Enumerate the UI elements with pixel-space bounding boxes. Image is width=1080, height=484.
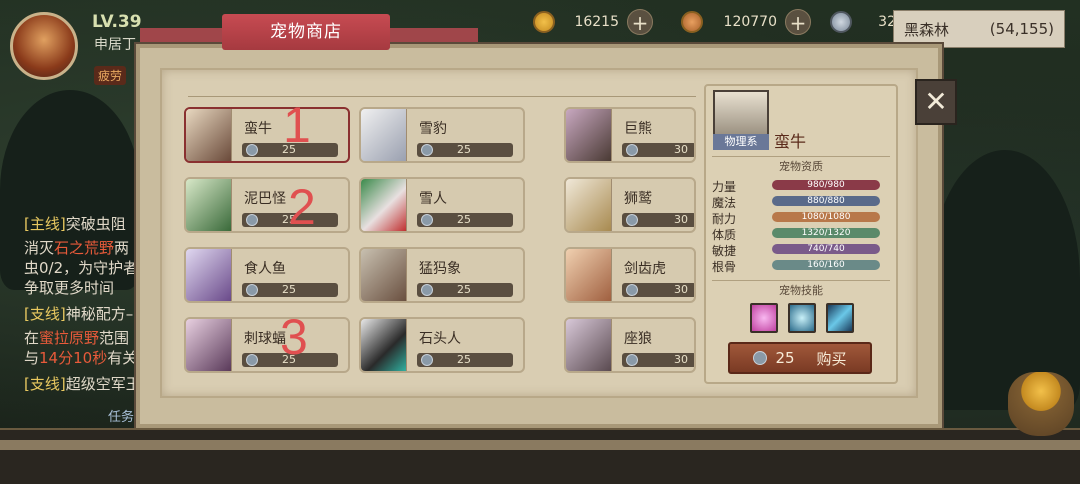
pet-price: 25 — [417, 143, 513, 157]
pet-price: 30 — [622, 353, 694, 367]
status-badge: 疲劳 — [94, 66, 127, 85]
pet-price: 30 — [622, 283, 694, 297]
stat-bar: 1080/1080 — [772, 212, 880, 222]
pet-card-bull[interactable]: 蛮牛 25 — [184, 107, 350, 163]
stat-bar: 980/980 — [772, 180, 880, 190]
shop-title: 宠物商店 — [222, 14, 390, 50]
add-gold-button[interactable]: + — [627, 9, 653, 35]
pet-portrait — [361, 179, 407, 231]
pink-burst-skill-icon[interactable] — [750, 303, 778, 333]
pet-card-mud-monster[interactable]: 泥巴怪 25 — [184, 177, 350, 233]
pet-portrait — [361, 109, 407, 161]
pet-card-piranha[interactable]: 食人鱼 25 — [184, 247, 350, 303]
quest-side-line2: 与14分10秒有关 — [24, 349, 138, 367]
bottom-band — [0, 440, 1080, 450]
pet-card-yeti[interactable]: 雪人 25 — [359, 177, 525, 233]
pet-card-sabertooth[interactable]: 剑齿虎 30 — [564, 247, 696, 303]
bronze-coin-icon — [681, 11, 703, 33]
pet-portrait — [566, 319, 612, 371]
stat-label: 力量 — [712, 180, 737, 194]
pet-price: 25 — [417, 353, 513, 367]
quest-main-line1: 消灭石之荒野两 — [24, 239, 130, 257]
stat-label: 魔法 — [712, 196, 737, 210]
pet-card-mammoth[interactable]: 猛犸象 25 — [359, 247, 525, 303]
stat-label: 根骨 — [712, 260, 737, 274]
player-location: 申居丁 — [94, 37, 136, 53]
detail-pet-name: 蛮牛 — [774, 132, 807, 151]
quest-main-line2: 虫0/2，为守护者 — [24, 259, 139, 277]
close-button[interactable]: ✕ — [915, 79, 957, 125]
stat-label: 体质 — [712, 228, 737, 242]
pet-price: 25 — [242, 283, 338, 297]
stat-bar: 1320/1320 — [772, 228, 880, 238]
pet-portrait — [566, 179, 612, 231]
pet-portrait — [361, 319, 407, 371]
gold-bag-icon[interactable] — [1008, 372, 1074, 436]
gold-coin-icon — [533, 11, 555, 33]
title-ribbon-left — [140, 28, 224, 42]
pet-portrait — [186, 249, 232, 301]
quest-main-line3: 争取更多时间 — [24, 279, 115, 297]
gold-resource: 16215 + — [533, 8, 653, 36]
pet-price: 25 — [417, 213, 513, 227]
silver-coin-icon — [753, 351, 768, 365]
quest-tab[interactable]: 任务 — [108, 408, 134, 428]
skills-title: 宠物技能 — [779, 284, 823, 297]
aptitude-title: 宠物资质 — [779, 160, 823, 173]
player-level: LV.39 — [92, 12, 142, 32]
quest-side2-title[interactable]: [支线]超级空军王 — [24, 374, 141, 394]
annotation-number: 3 — [280, 309, 308, 365]
player-avatar[interactable] — [10, 12, 78, 80]
pet-portrait — [566, 249, 612, 301]
tree-silhouette — [930, 150, 1080, 410]
pet-card-dire-wolf[interactable]: 座狼 30 — [564, 317, 696, 373]
map-coords: (54,155) — [989, 20, 1054, 38]
pet-portrait — [186, 319, 232, 371]
stat-bar: 740/740 — [772, 244, 880, 254]
pet-price: 25 — [417, 283, 513, 297]
annotation-number: 2 — [288, 179, 316, 235]
stat-bar: 160/160 — [772, 260, 880, 270]
pet-portrait — [566, 109, 612, 161]
add-bronze-button[interactable]: + — [785, 9, 811, 35]
pet-card-snow-leopard[interactable]: 雪豹 25 — [359, 107, 525, 163]
divider — [712, 280, 890, 281]
pet-portrait — [186, 109, 232, 161]
silver-resource: 32 — [830, 8, 896, 36]
pet-card-golem[interactable]: 石头人 25 — [359, 317, 525, 373]
annotation-number: 1 — [283, 97, 311, 153]
buy-button[interactable]: 25 购买 — [728, 342, 872, 374]
pet-price: 30 — [622, 213, 694, 227]
quest-side-title[interactable]: [支线]神秘配方– — [24, 304, 133, 324]
pet-card-griffin[interactable]: 狮鹫 30 — [564, 177, 696, 233]
pet-price: 30 — [622, 143, 694, 157]
wind-slash-skill-icon[interactable] — [826, 303, 854, 333]
pet-portrait — [361, 249, 407, 301]
pet-card-giant-bear[interactable]: 巨熊 30 — [564, 107, 696, 163]
quest-side-line1: 在蜜拉原野范围 — [24, 329, 130, 347]
silver-coin-icon — [830, 11, 852, 33]
pet-type-badge: 物理系 — [713, 134, 769, 150]
quest-main-title[interactable]: [主线]突破虫阻 — [24, 214, 126, 234]
stat-bar: 880/880 — [772, 196, 880, 206]
bronze-resource: 120770 + — [681, 8, 811, 36]
stat-label: 耐力 — [712, 212, 737, 226]
pet-portrait — [186, 179, 232, 231]
map-name: 黑森林 — [904, 20, 950, 39]
stat-label: 敏捷 — [712, 244, 737, 258]
title-ribbon-right — [388, 28, 478, 42]
divider — [712, 156, 890, 157]
divider — [188, 96, 696, 97]
bottom-bar — [0, 428, 1080, 484]
map-location-bar[interactable]: 黑森林 (54,155) — [893, 10, 1065, 48]
pet-card-spike-bat[interactable]: 刺球蝠 25 — [184, 317, 350, 373]
ice-crystal-skill-icon[interactable] — [788, 303, 816, 333]
